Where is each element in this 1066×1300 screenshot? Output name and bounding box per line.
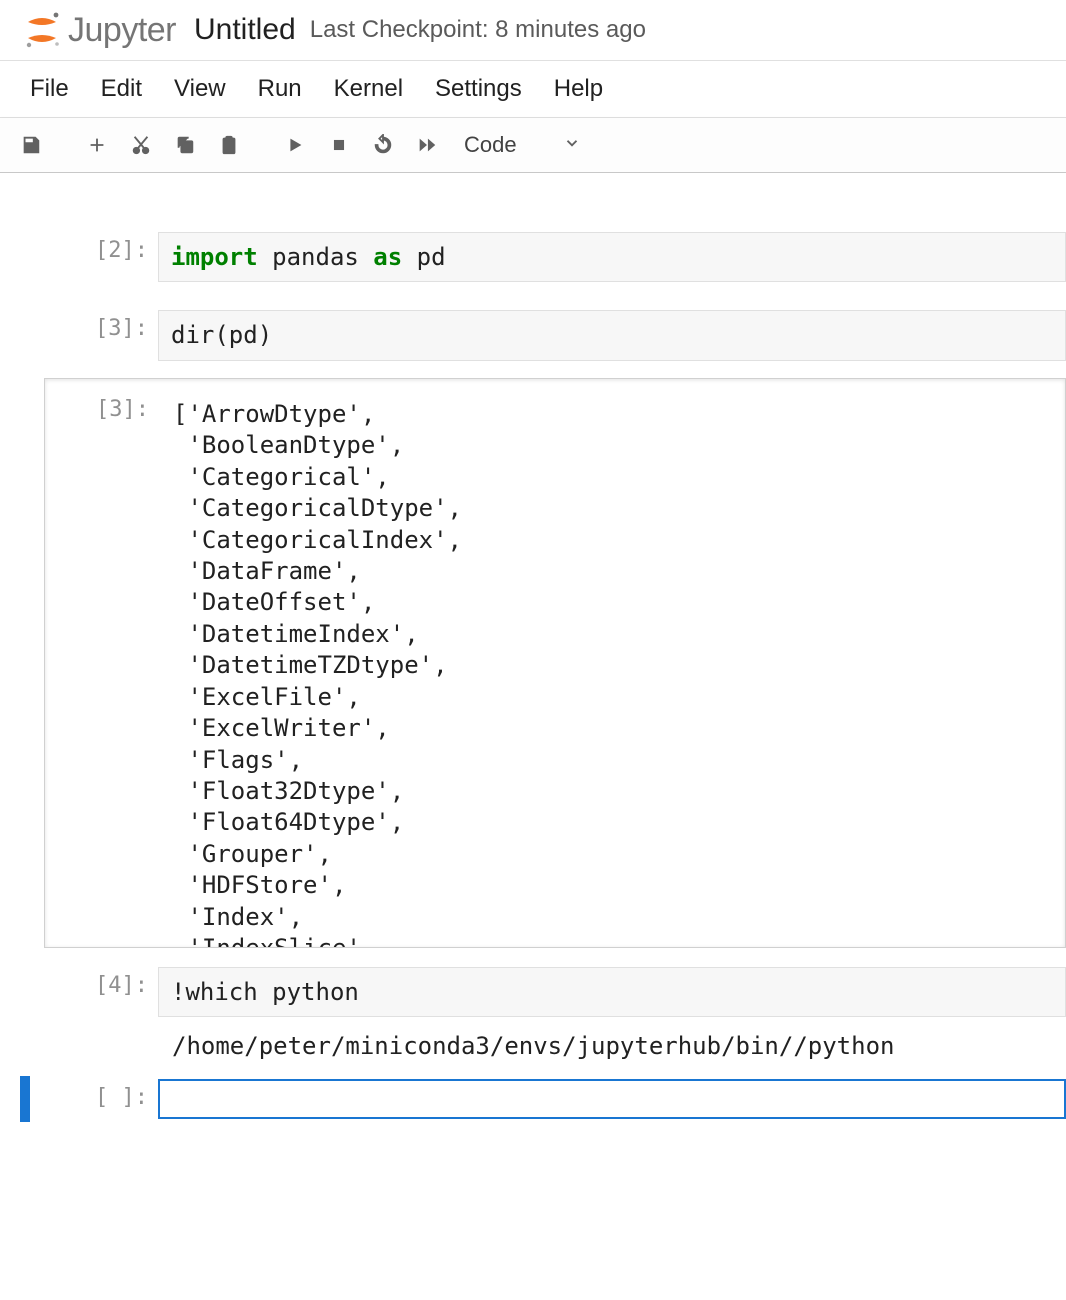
output-prompt: [3]: xyxy=(96,397,149,422)
menu-view[interactable]: View xyxy=(158,69,242,109)
code-editor[interactable]: dir(pd) xyxy=(158,310,1066,360)
jupyter-logo-icon xyxy=(22,10,62,50)
input-prompt: [ ]: xyxy=(95,1085,148,1110)
code-cell[interactable]: [4]: !which python xyxy=(0,964,1066,1020)
output-text: /home/peter/miniconda3/envs/jupyterhub/b… xyxy=(158,1023,1066,1066)
code-editor[interactable]: import pandas as pd xyxy=(158,232,1066,282)
active-cell-indicator xyxy=(20,1076,30,1122)
code-cell-active[interactable]: [ ]: xyxy=(0,1076,1066,1122)
cut-button[interactable] xyxy=(122,126,160,164)
save-button[interactable] xyxy=(12,126,50,164)
chevron-down-icon xyxy=(563,132,581,158)
input-prompt: [4]: xyxy=(95,973,148,998)
output-cell: /home/peter/miniconda3/envs/jupyterhub/b… xyxy=(0,1020,1066,1069)
jupyter-logo-text: Jupyter xyxy=(68,11,176,50)
menu-edit[interactable]: Edit xyxy=(85,69,158,109)
code-editor[interactable]: !which python xyxy=(158,967,1066,1017)
menu-help[interactable]: Help xyxy=(538,69,619,109)
run-button[interactable] xyxy=(276,126,314,164)
menu-kernel[interactable]: Kernel xyxy=(318,69,419,109)
restart-run-all-button[interactable] xyxy=(408,126,446,164)
menu-bar: File Edit View Run Kernel Settings Help xyxy=(0,61,1066,118)
checkpoint-text: Last Checkpoint: 8 minutes ago xyxy=(310,16,646,44)
jupyter-logo[interactable]: Jupyter xyxy=(22,10,176,50)
toolbar: Code xyxy=(0,118,1066,173)
code-cell[interactable]: [3]: dir(pd) xyxy=(0,307,1066,363)
input-prompt: [3]: xyxy=(95,316,148,341)
interrupt-button[interactable] xyxy=(320,126,358,164)
copy-button[interactable] xyxy=(166,126,204,164)
restart-button[interactable] xyxy=(364,126,402,164)
output-scrolled[interactable]: [3]: ['ArrowDtype', 'BooleanDtype', 'Cat… xyxy=(44,378,1066,948)
paste-button[interactable] xyxy=(210,126,248,164)
app-header: Jupyter Untitled Last Checkpoint: 8 minu… xyxy=(0,0,1066,61)
output-text: ['ArrowDtype', 'BooleanDtype', 'Categori… xyxy=(159,391,1065,948)
notebook-title[interactable]: Untitled xyxy=(194,13,296,47)
insert-cell-button[interactable] xyxy=(78,126,116,164)
notebook-area: [2]: import pandas as pd [3]: dir(pd) [3… xyxy=(0,173,1066,1142)
input-prompt: [2]: xyxy=(95,238,148,263)
menu-file[interactable]: File xyxy=(14,69,85,109)
menu-run[interactable]: Run xyxy=(242,69,318,109)
cell-type-select[interactable]: Code xyxy=(456,128,589,162)
menu-settings[interactable]: Settings xyxy=(419,69,538,109)
code-cell[interactable]: [2]: import pandas as pd xyxy=(0,229,1066,285)
code-editor[interactable] xyxy=(158,1079,1066,1119)
cell-type-label: Code xyxy=(464,132,517,158)
